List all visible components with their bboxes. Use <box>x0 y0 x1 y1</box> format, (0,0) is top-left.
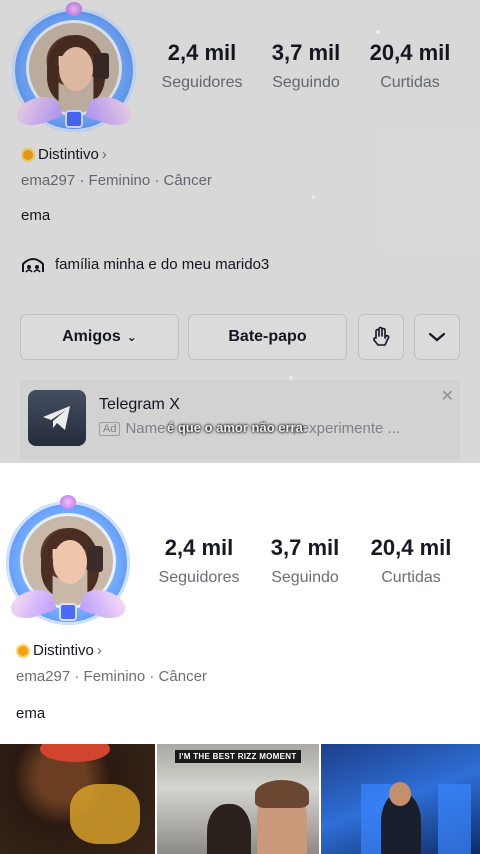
badge-link[interactable]: Distintivo › <box>16 642 102 659</box>
stat-value: 20,4 mil <box>369 40 451 65</box>
frame-crown-icon <box>66 2 82 16</box>
telegram-plane-icon <box>28 390 86 446</box>
frame-gem-icon <box>59 603 77 621</box>
ad-subtitle-tail: , experimente ... <box>292 420 401 437</box>
chat-button-label: Bate-papo <box>228 328 307 345</box>
stat-label: Seguidores <box>158 569 240 586</box>
hand-wave-icon <box>373 326 390 346</box>
stat-label: Curtidas <box>380 74 440 91</box>
stat-label: Curtidas <box>381 569 441 586</box>
sparkle <box>312 196 315 199</box>
profile-meta: ema297 · Feminino · Câncer <box>16 668 207 685</box>
badge-label: Distintivo <box>38 146 99 163</box>
stat-likes[interactable]: 20,4 mil Curtidas <box>355 40 465 92</box>
stat-value: 3,7 mil <box>271 40 341 65</box>
badge-label: Distintivo <box>33 642 94 659</box>
frame-crown-icon <box>60 495 76 509</box>
frame-gem-icon <box>65 110 83 128</box>
video-thumbnail[interactable] <box>0 744 155 854</box>
video-thumbnail[interactable]: I'M THE BEST RIZZ MOMENT <box>157 744 319 854</box>
profile-link-text: família minha e do meu marido3 <box>55 255 270 273</box>
friends-button[interactable]: Amigos ⌄ <box>20 314 179 360</box>
badge-link[interactable]: Distintivo › <box>21 146 107 163</box>
badge-coin-icon <box>16 643 30 658</box>
stat-value: 20,4 mil <box>370 535 452 560</box>
close-icon[interactable]: ✕ <box>441 386 454 406</box>
chevron-right-icon: › <box>96 642 102 659</box>
ad-title: Telegram X <box>99 396 180 413</box>
group-house-icon <box>22 258 44 273</box>
stat-following[interactable]: 3,7 mil Seguindo <box>250 535 360 587</box>
profile-bio: ema <box>21 207 51 224</box>
video-caption: é que o amor não erra <box>167 420 303 435</box>
stat-label: Seguindo <box>271 569 339 586</box>
chevron-down-icon <box>428 332 446 342</box>
profile-avatar[interactable] <box>12 2 136 132</box>
stat-value: 2,4 mil <box>164 535 234 560</box>
top-profile-section: 2,4 mil Seguidores 3,7 mil Seguindo 20,4… <box>0 0 480 463</box>
stat-value: 3,7 mil <box>270 535 340 560</box>
profile-link[interactable]: família minha e do meu marido3 <box>21 254 269 274</box>
more-dropdown-button[interactable] <box>414 314 460 360</box>
stat-likes[interactable]: 20,4 mil Curtidas <box>356 535 466 587</box>
badge-coin-icon <box>21 147 35 162</box>
ad-tag: Ad <box>99 421 121 436</box>
sparkle <box>376 30 380 34</box>
stat-label: Seguindo <box>272 74 340 91</box>
stat-followers[interactable]: 2,4 mil Seguidores <box>147 40 257 92</box>
profile-avatar[interactable] <box>6 495 130 625</box>
friends-button-label: Amigos <box>62 328 121 345</box>
sparkle <box>289 376 293 380</box>
stat-followers[interactable]: 2,4 mil Seguidores <box>144 535 254 587</box>
thumbnail-banner: I'M THE BEST RIZZ MOMENT <box>175 750 301 763</box>
profile-bio: ema <box>16 705 46 722</box>
video-grid: I'M THE BEST RIZZ MOMENT <box>0 744 480 854</box>
video-thumbnail[interactable] <box>321 744 480 854</box>
profile-meta: ema297 · Feminino · Câncer <box>21 172 212 189</box>
chat-button[interactable]: Bate-papo <box>188 314 347 360</box>
ad-subtitle-text: Name <box>125 420 166 437</box>
stat-label: Seguidores <box>161 74 243 91</box>
wave-button[interactable] <box>358 314 404 360</box>
stat-following[interactable]: 3,7 mil Seguindo <box>251 40 361 92</box>
chevron-down-icon: ⌄ <box>126 330 137 344</box>
chevron-right-icon: › <box>101 146 107 163</box>
stat-value: 2,4 mil <box>167 40 237 65</box>
